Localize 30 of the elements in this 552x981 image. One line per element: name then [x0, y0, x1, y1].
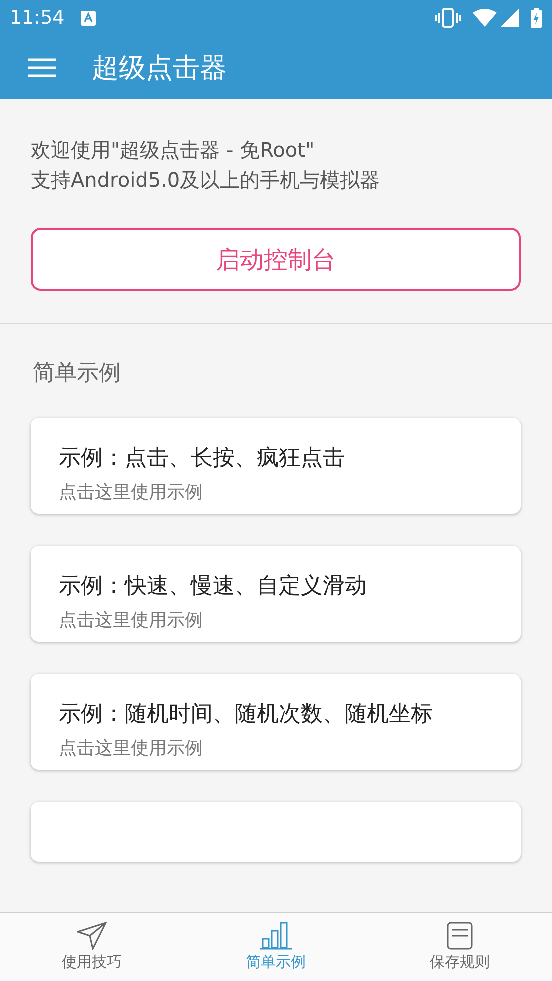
- example-card[interactable]: 示例：点击、长按、疯狂点击 点击这里使用示例: [31, 418, 521, 514]
- nav-label: 简单示例: [246, 952, 306, 972]
- example-subtitle: 点击这里使用示例: [59, 609, 204, 632]
- example-title: 示例：点击、长按、疯狂点击: [59, 445, 346, 473]
- menu-icon[interactable]: [28, 58, 56, 78]
- example-title: 示例：快速、慢速、自定义滑动: [59, 573, 368, 601]
- start-console-button[interactable]: 启动控制台: [31, 228, 521, 291]
- signal-icon: [501, 9, 519, 27]
- bar-chart-icon: [260, 922, 292, 950]
- intro-text: 支持Android5.0及以上的手机与模拟器: [31, 167, 382, 194]
- example-subtitle: 点击这里使用示例: [59, 737, 204, 760]
- vibrate-icon: [435, 8, 461, 28]
- battery-icon: [531, 8, 542, 28]
- paper-plane-icon: [77, 922, 107, 950]
- nav-label: 保存规则: [430, 952, 490, 972]
- nav-tab[interactable]: 使用技巧: [0, 913, 184, 980]
- section-title: 简单示例: [32, 360, 122, 388]
- nav-tab[interactable]: 简单示例: [184, 913, 368, 980]
- keyboard-icon: [80, 10, 96, 26]
- nav-label: 使用技巧: [62, 952, 122, 972]
- example-card[interactable]: 示例：随机时间、随机次数、随机坐标 点击这里使用示例: [31, 674, 521, 770]
- intro-text: 欢迎使用"超级点击器 - 免Root": [31, 137, 316, 164]
- example-card[interactable]: 示例：快速、慢速、自定义滑动 点击这里使用示例: [31, 546, 521, 642]
- example-title: 示例：随机时间、随机次数、随机坐标: [59, 701, 434, 729]
- example-subtitle: 点击这里使用示例: [59, 481, 204, 504]
- wifi-icon: [473, 9, 497, 27]
- app-title: 超级点击器: [92, 52, 227, 86]
- nav-tab[interactable]: 保存规则: [368, 913, 552, 980]
- status-time: 11:54: [10, 7, 65, 29]
- document-icon: [446, 922, 474, 950]
